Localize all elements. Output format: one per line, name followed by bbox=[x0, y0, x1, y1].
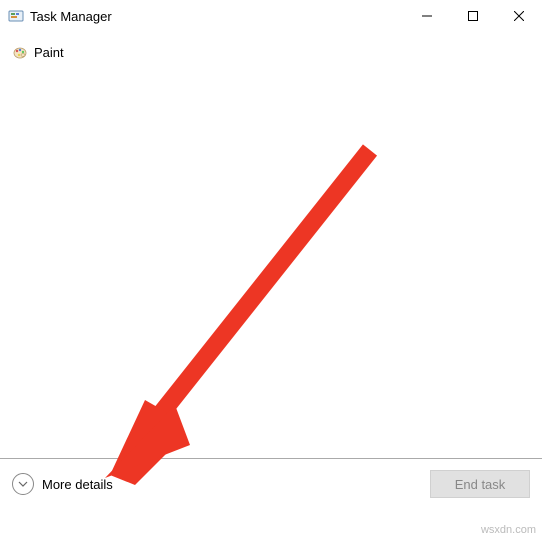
paint-icon bbox=[12, 44, 28, 60]
window-controls bbox=[404, 0, 542, 32]
minimize-button[interactable] bbox=[404, 0, 450, 32]
maximize-button[interactable] bbox=[450, 0, 496, 32]
window-title: Task Manager bbox=[30, 9, 404, 24]
close-button[interactable] bbox=[496, 0, 542, 32]
task-manager-icon bbox=[8, 8, 24, 24]
process-name: Paint bbox=[34, 45, 64, 60]
footer: More details End task bbox=[0, 459, 542, 509]
watermark: wsxdn.com bbox=[481, 524, 536, 536]
end-task-button[interactable]: End task bbox=[430, 470, 530, 498]
titlebar: Task Manager bbox=[0, 0, 542, 32]
process-item[interactable]: Paint bbox=[10, 40, 532, 64]
more-details-label: More details bbox=[42, 477, 113, 492]
chevron-down-icon bbox=[12, 473, 34, 495]
more-details-button[interactable]: More details bbox=[12, 473, 113, 495]
process-list: Paint bbox=[0, 32, 542, 458]
